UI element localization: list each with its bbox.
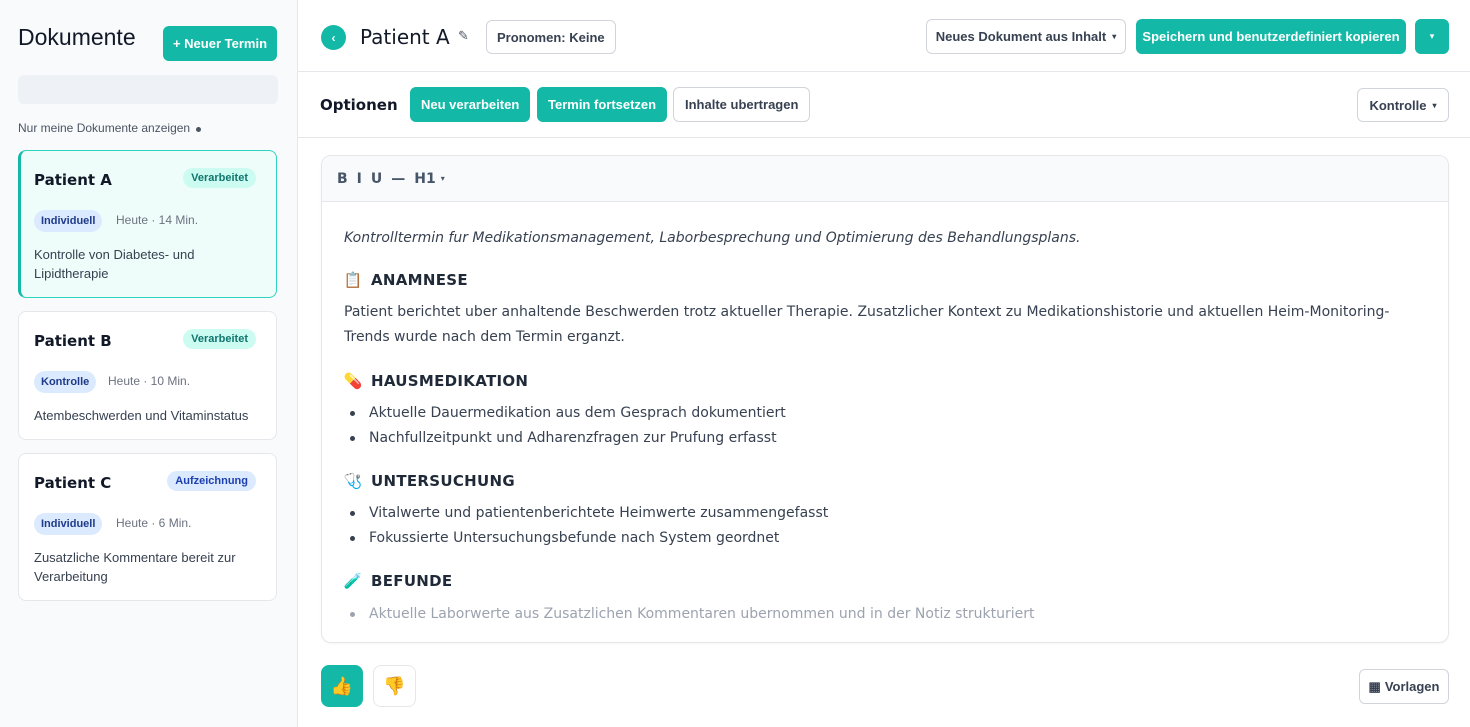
- card-description: Zusatzliche Kommentare bereit zur Verarb…: [34, 550, 236, 584]
- pill-icon: 💊: [343, 372, 363, 390]
- new-document-from-content-button[interactable]: Neues Dokument aus Inhalt ▾: [926, 19, 1126, 54]
- document-card-patient-a[interactable]: Patient A Verarbeitet Individuell Heute …: [18, 150, 277, 298]
- stethoscope-icon: 🩺: [343, 472, 363, 490]
- filter-label: Nur meine Dokumente anzeigen: [18, 121, 191, 135]
- section-title: HAUSMEDIKATION: [371, 372, 529, 390]
- new-document-label: Neues Dokument aus Inhalt: [935, 29, 1107, 44]
- transfer-content-button[interactable]: Inhalte ubertragen: [673, 87, 811, 122]
- section-heading-befunde: 🧪 BEFUNDE: [343, 572, 453, 590]
- options-label: Optionen: [320, 96, 398, 114]
- document-header: ‹ Patient A ✎ Pronomen: Keine Neues Doku…: [298, 0, 1470, 72]
- card-meta: Heute · 6 Min.: [116, 516, 192, 530]
- list-item: Aktuelle Dauermedikation aus dem Gesprac…: [344, 401, 786, 426]
- heading-select[interactable]: H1: [414, 171, 435, 187]
- underline-button[interactable]: U: [371, 171, 382, 187]
- template-type-select[interactable]: Kontrolle ▾: [1357, 88, 1449, 122]
- status-badge: Verarbeitet: [183, 329, 256, 349]
- document-sidebar: Dokumente + Neuer Termin Nur meine Dokum…: [0, 0, 298, 727]
- horizontal-rule-button[interactable]: —: [391, 171, 405, 187]
- card-description: Kontrolle von Diabetes- und Lipidtherapi…: [34, 247, 195, 281]
- formatting-toolbar: B I U — H1 ▾: [322, 156, 1448, 202]
- thumbs-down-icon[interactable]: 👎: [373, 665, 416, 707]
- list-item: Vitalwerte und patientenberichtete Heimw…: [344, 501, 828, 526]
- status-badge: Aufzeichnung: [167, 471, 256, 491]
- card-patient-name: Patient B: [34, 332, 112, 350]
- save-dropdown-chevron-icon[interactable]: ▾: [1415, 19, 1449, 54]
- card-meta: Heute · 10 Min.: [108, 374, 191, 388]
- type-badge: Individuell: [34, 513, 103, 535]
- chevron-down-icon[interactable]: ▾: [441, 174, 445, 183]
- list-item: Nachfullzeitpunkt und Adharenzfragen zur…: [344, 426, 786, 451]
- pronouns-button[interactable]: Pronomen: Keine: [486, 20, 616, 54]
- templates-label: Vorlagen: [1384, 679, 1440, 694]
- befunde-list: Aktuelle Laborwerte aus Zusatzlichen Kom…: [344, 602, 1035, 627]
- continue-appointment-button[interactable]: Termin fortsetzen: [537, 87, 668, 122]
- section-heading-hausmedikation: 💊 HAUSMEDIKATION: [344, 372, 528, 390]
- note-editor[interactable]: B I U — H1 ▾ Kontrolltermin fur Medikati…: [321, 155, 1449, 643]
- bold-button[interactable]: B: [337, 171, 348, 187]
- card-patient-name: Patient C: [34, 474, 112, 492]
- chevron-down-icon: ▾: [1112, 32, 1117, 41]
- list-item: Aktuelle Laborwerte aus Zusatzlichen Kom…: [344, 602, 1035, 627]
- status-badge: Verarbeitet: [183, 168, 256, 188]
- thumbs-up-icon[interactable]: 👍: [321, 665, 363, 707]
- card-description: Atembeschwerden und Vitaminstatus: [34, 408, 249, 423]
- options-bar: Optionen Neu verarbeiten Termin fortsetz…: [298, 72, 1470, 138]
- type-badge: Individuell: [34, 210, 103, 232]
- grid-icon: ▦: [1368, 678, 1381, 694]
- list-item: Fokussierte Untersuchungsbefunde nach Sy…: [344, 526, 828, 551]
- anamnese-text: Patient berichtet uber anhaltende Beschw…: [344, 304, 1390, 345]
- search-input[interactable]: [18, 75, 278, 104]
- document-card-patient-b[interactable]: Patient B Verarbeitet Kontrolle Heute · …: [18, 311, 277, 440]
- test-tube-icon: 🧪: [343, 572, 363, 590]
- card-meta: Heute · 14 Min.: [116, 213, 199, 227]
- hausmedikation-list: Aktuelle Dauermedikation aus dem Gesprac…: [344, 401, 786, 451]
- templates-button[interactable]: ▦ Vorlagen: [1359, 669, 1449, 704]
- clipboard-icon: 📋: [343, 271, 363, 289]
- back-icon[interactable]: ‹: [321, 25, 346, 50]
- section-title: ANAMNESE: [371, 271, 468, 289]
- filter-toggle-dot[interactable]: [196, 127, 202, 132]
- my-documents-filter[interactable]: Nur meine Dokumente anzeigen: [18, 121, 202, 135]
- document-editor-panel: ‹ Patient A ✎ Pronomen: Keine Neues Doku…: [298, 0, 1470, 727]
- card-patient-name: Patient A: [34, 171, 112, 189]
- new-appointment-button[interactable]: + Neuer Termin: [163, 26, 277, 61]
- italic-button[interactable]: I: [357, 171, 362, 187]
- patient-title: Patient A: [360, 25, 450, 49]
- template-type-label: Kontrolle: [1369, 97, 1427, 113]
- document-card-patient-c[interactable]: Patient C Aufzeichnung Individuell Heute…: [18, 453, 277, 601]
- section-title: BEFUNDE: [371, 572, 453, 590]
- pencil-icon[interactable]: ✎: [458, 29, 469, 44]
- chevron-down-icon: ▾: [1432, 100, 1437, 110]
- note-intro: Kontrolltermin fur Medikationsmanagement…: [344, 230, 1081, 246]
- save-and-copy-button[interactable]: Speichern und benutzerdefiniert kopieren: [1136, 19, 1406, 54]
- reprocess-button[interactable]: Neu verarbeiten: [410, 87, 531, 122]
- section-heading-anamnese: 📋 ANAMNESE: [344, 271, 468, 289]
- section-title: UNTERSUCHUNG: [371, 472, 515, 490]
- type-badge: Kontrolle: [34, 371, 97, 393]
- sidebar-title: Dokumente: [18, 24, 136, 50]
- untersuchung-list: Vitalwerte und patientenberichtete Heimw…: [344, 501, 828, 551]
- section-heading-untersuchung: 🩺 UNTERSUCHUNG: [344, 472, 515, 490]
